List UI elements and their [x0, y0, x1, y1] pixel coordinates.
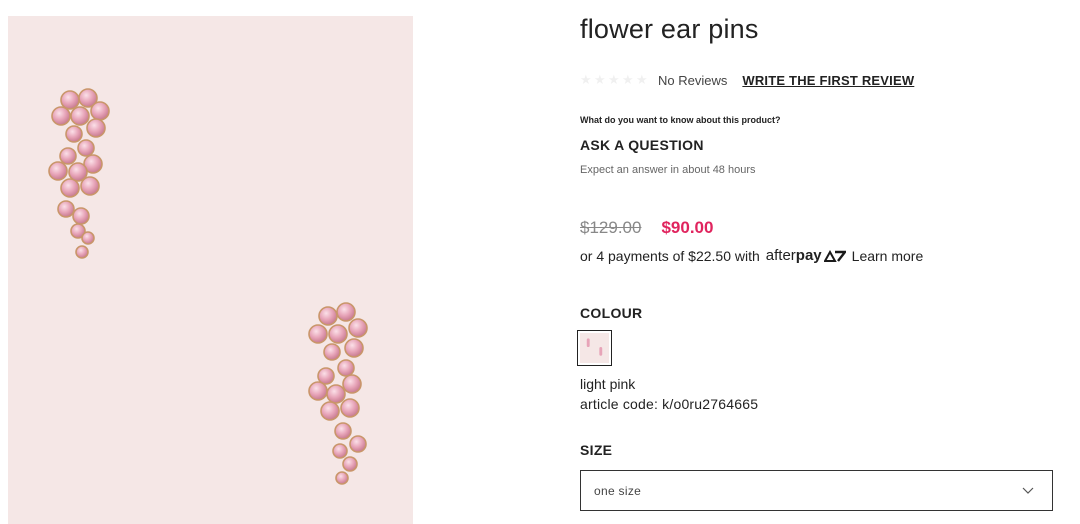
star-icon: ★: [594, 72, 606, 87]
price-row: $129.00 $90.00: [580, 218, 713, 238]
size-select[interactable]: one size: [580, 470, 1053, 511]
selected-colour-name: light pink: [580, 376, 636, 392]
rating-row: ★ ★ ★ ★ ★ No Reviews WRITE THE FIRST REV…: [580, 70, 914, 90]
afterpay-row: or 4 payments of $22.50 with after pay Le…: [580, 247, 923, 264]
rating-stars: ★ ★ ★ ★ ★: [580, 72, 648, 87]
ask-question-button[interactable]: ASK A QUESTION: [580, 137, 704, 153]
afterpay-arrows-icon: [823, 249, 846, 262]
earrings-photo: [48, 88, 368, 485]
no-reviews-text: No Reviews: [658, 72, 728, 88]
star-icon: ★: [580, 72, 592, 87]
earring-right: [308, 302, 368, 485]
learn-more-link[interactable]: Learn more: [852, 248, 924, 264]
size-selected-value: one size: [594, 483, 642, 498]
afterpay-logo[interactable]: after pay: [766, 247, 846, 264]
product-image[interactable]: [8, 16, 413, 524]
swatch-thumbnail: [580, 333, 609, 363]
star-icon: ★: [636, 72, 648, 87]
question-prompt: What do you want to know about this prod…: [580, 115, 781, 125]
colour-label: COLOUR: [580, 305, 643, 321]
star-icon: ★: [608, 72, 620, 87]
original-price: $129.00: [580, 218, 642, 237]
sale-price: $90.00: [661, 218, 714, 237]
colour-swatch-light-pink[interactable]: [577, 330, 612, 366]
star-icon: ★: [622, 72, 634, 87]
earrings-thumbnail-icon: [586, 338, 603, 356]
afterpay-logo-bold: pay: [795, 247, 822, 264]
write-review-link[interactable]: WRITE THE FIRST REVIEW: [742, 73, 914, 88]
earring-left: [48, 88, 110, 259]
installment-text: or 4 payments of $22.50 with: [580, 247, 760, 264]
article-code: article code: k/o0ru2764665: [580, 396, 759, 412]
answer-time-text: Expect an answer in about 48 hours: [580, 164, 756, 176]
chevron-down-icon: [1022, 487, 1034, 494]
size-label: SIZE: [580, 442, 613, 458]
afterpay-logo-thin: after: [765, 247, 796, 264]
product-title: flower ear pins: [580, 14, 759, 44]
